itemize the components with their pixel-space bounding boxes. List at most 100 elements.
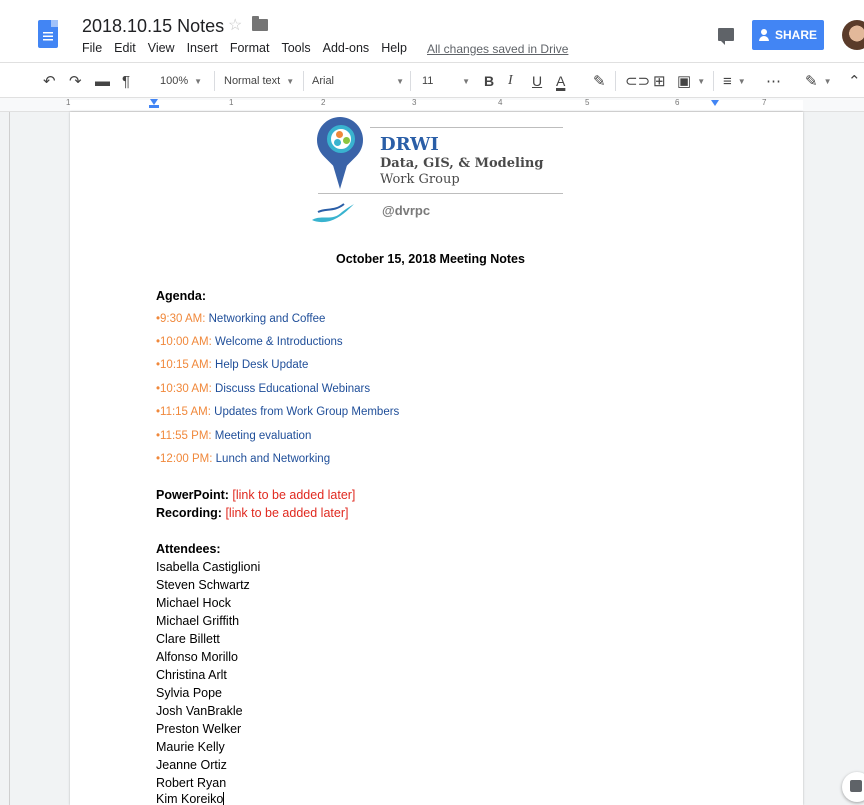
font-value: Arial <box>312 75 335 87</box>
add-comment-icon[interactable]: ⊞ <box>653 63 666 99</box>
menu-format[interactable]: Format <box>230 41 270 55</box>
agenda-desc: Discuss Educational Webinars <box>215 383 371 395</box>
attendee: Michael Griffith <box>156 614 240 628</box>
agenda-desc: Updates from Work Group Members <box>214 406 400 418</box>
chevron-down-icon: ▼ <box>823 76 832 86</box>
menu-help[interactable]: Help <box>381 41 407 55</box>
menu-insert[interactable]: Insert <box>187 41 218 55</box>
attendee: Steven Schwartz <box>156 578 250 592</box>
menu-file[interactable]: File <box>82 41 102 55</box>
docs-home-icon[interactable] <box>38 20 58 48</box>
ruler[interactable]: 1 1 2 3 4 5 6 7 <box>0 98 864 112</box>
attendee: Sylvia Pope <box>156 686 223 700</box>
more-icon[interactable]: ⋯ <box>766 63 781 99</box>
text-color-icon[interactable]: A <box>556 63 565 99</box>
attendee: Robert Ryan <box>156 776 227 790</box>
attendee: Maurie Kelly <box>156 740 225 754</box>
chevron-down-icon: ▼ <box>396 76 404 86</box>
style-select[interactable]: Normal text ▼ <box>224 63 294 99</box>
font-size-select[interactable]: 11 ▼ <box>422 63 470 99</box>
zoom-value: 100% <box>160 75 189 87</box>
share-button[interactable]: SHARE <box>752 20 824 50</box>
agenda-item: •12:00 PM: Lunch and Networking <box>156 453 330 465</box>
logo-rule <box>318 193 563 194</box>
attendee-last: Kim Koreiko <box>156 792 225 805</box>
right-indent-marker[interactable] <box>711 100 719 106</box>
save-status[interactable]: All changes saved in Drive <box>427 42 568 56</box>
ruler-number: 6 <box>675 98 680 107</box>
logo-title: DRWI <box>380 134 439 155</box>
dvrpc-mark-icon: @ <box>382 203 395 218</box>
logo-dot-orange <box>336 131 343 138</box>
toolbar-divider <box>615 71 616 91</box>
attendee: Preston Welker <box>156 722 242 736</box>
agenda-item: •10:00 AM: Welcome & Introductions <box>156 336 343 348</box>
agenda-time: 10:30 AM: <box>160 383 216 395</box>
toolbar-divider <box>713 71 714 91</box>
agenda-desc: Networking and Coffee <box>208 313 326 325</box>
chevron-down-icon: ▼ <box>194 76 203 86</box>
logo-circle-icon <box>327 125 355 153</box>
attendee: Clare Billett <box>156 632 220 646</box>
menu-view[interactable]: View <box>148 41 175 55</box>
agenda-item: •9:30 AM: Networking and Coffee <box>156 313 325 325</box>
star-icon[interactable]: ☆ <box>228 15 242 35</box>
chevron-down-icon: ▼ <box>737 76 746 86</box>
powerpoint-link[interactable]: [link to be added later] <box>232 488 355 502</box>
powerpoint-label: PowerPoint: <box>156 488 233 502</box>
ruler-number: 1 <box>66 98 71 107</box>
paint-format-icon[interactable]: ¶ <box>122 63 130 99</box>
agenda-desc: Welcome & Introductions <box>215 336 343 348</box>
align-icon[interactable]: ≡ ▼ <box>723 63 746 99</box>
dvrpc-text: dvrpc <box>394 203 431 218</box>
ruler-number: 3 <box>412 98 417 107</box>
logo-rule <box>370 127 563 128</box>
redo-icon[interactable]: ↷ <box>69 63 82 99</box>
logo-subtitle: Data, GIS, & Modeling <box>380 156 544 171</box>
ruler-number: 5 <box>585 98 590 107</box>
agenda-item: •10:30 AM: Discuss Educational Webinars <box>156 383 370 395</box>
toolbar-divider <box>303 71 304 91</box>
folder-icon[interactable] <box>252 16 268 31</box>
menu-tools[interactable]: Tools <box>281 41 310 55</box>
ruler-number: 2 <box>321 98 326 107</box>
page-title: October 15, 2018 Meeting Notes <box>336 252 525 266</box>
agenda-time: 10:15 AM: <box>160 359 216 371</box>
ruler-page-area <box>70 100 803 110</box>
ruler-number: 1 <box>229 98 234 107</box>
recording-label: Recording: <box>156 506 226 520</box>
dvrpc-logo: @dvrpc <box>382 203 430 218</box>
document-title[interactable]: 2018.10.15 Notes <box>82 16 224 37</box>
agenda-time: 11:15 AM: <box>160 406 215 418</box>
toolbar-divider <box>410 71 411 91</box>
editing-mode-icon[interactable]: ✎ ▼ <box>805 63 832 99</box>
comments-icon[interactable] <box>718 28 734 45</box>
style-value: Normal text <box>224 75 281 87</box>
left-gutter <box>0 112 10 805</box>
agenda-time: 10:00 AM: <box>160 336 216 348</box>
recording-link[interactable]: [link to be added later] <box>225 506 348 520</box>
collapse-toolbar-icon[interactable]: ⌃ <box>848 63 861 99</box>
explore-icon[interactable] <box>842 772 864 802</box>
avatar[interactable] <box>842 20 864 50</box>
zoom-select[interactable]: 100% ▼ <box>160 63 202 99</box>
undo-icon[interactable]: ↶ <box>43 63 56 99</box>
insert-image-icon[interactable]: ▣ ▼ <box>677 63 705 99</box>
link-icon[interactable]: ⊂⊃ <box>625 63 650 99</box>
attendee: Josh VanBrakle <box>156 704 243 718</box>
bold-icon[interactable]: B <box>484 63 494 99</box>
underline-icon[interactable]: U <box>532 63 542 99</box>
font-size-value: 11 <box>422 75 434 87</box>
menu-edit[interactable]: Edit <box>114 41 136 55</box>
ruler-number: 4 <box>498 98 503 107</box>
highlight-icon[interactable]: ✎ <box>593 63 606 99</box>
agenda-item: •11:15 AM: Updates from Work Group Membe… <box>156 406 399 418</box>
toolbar: ↶ ↷ ▬ ¶ 100% ▼ Normal text ▼ Arial ▼ 11 ▼ B … <box>0 62 864 98</box>
docs-header: 2018.10.15 Notes ☆ File Edit View Insert… <box>0 0 864 62</box>
menu-addons[interactable]: Add-ons <box>323 41 370 55</box>
italic-icon[interactable]: I <box>508 63 513 99</box>
font-select[interactable]: Arial ▼ <box>312 63 404 99</box>
first-line-indent-marker[interactable] <box>149 105 159 108</box>
print-icon[interactable]: ▬ <box>95 63 110 99</box>
ruler-number: 7 <box>762 98 767 107</box>
